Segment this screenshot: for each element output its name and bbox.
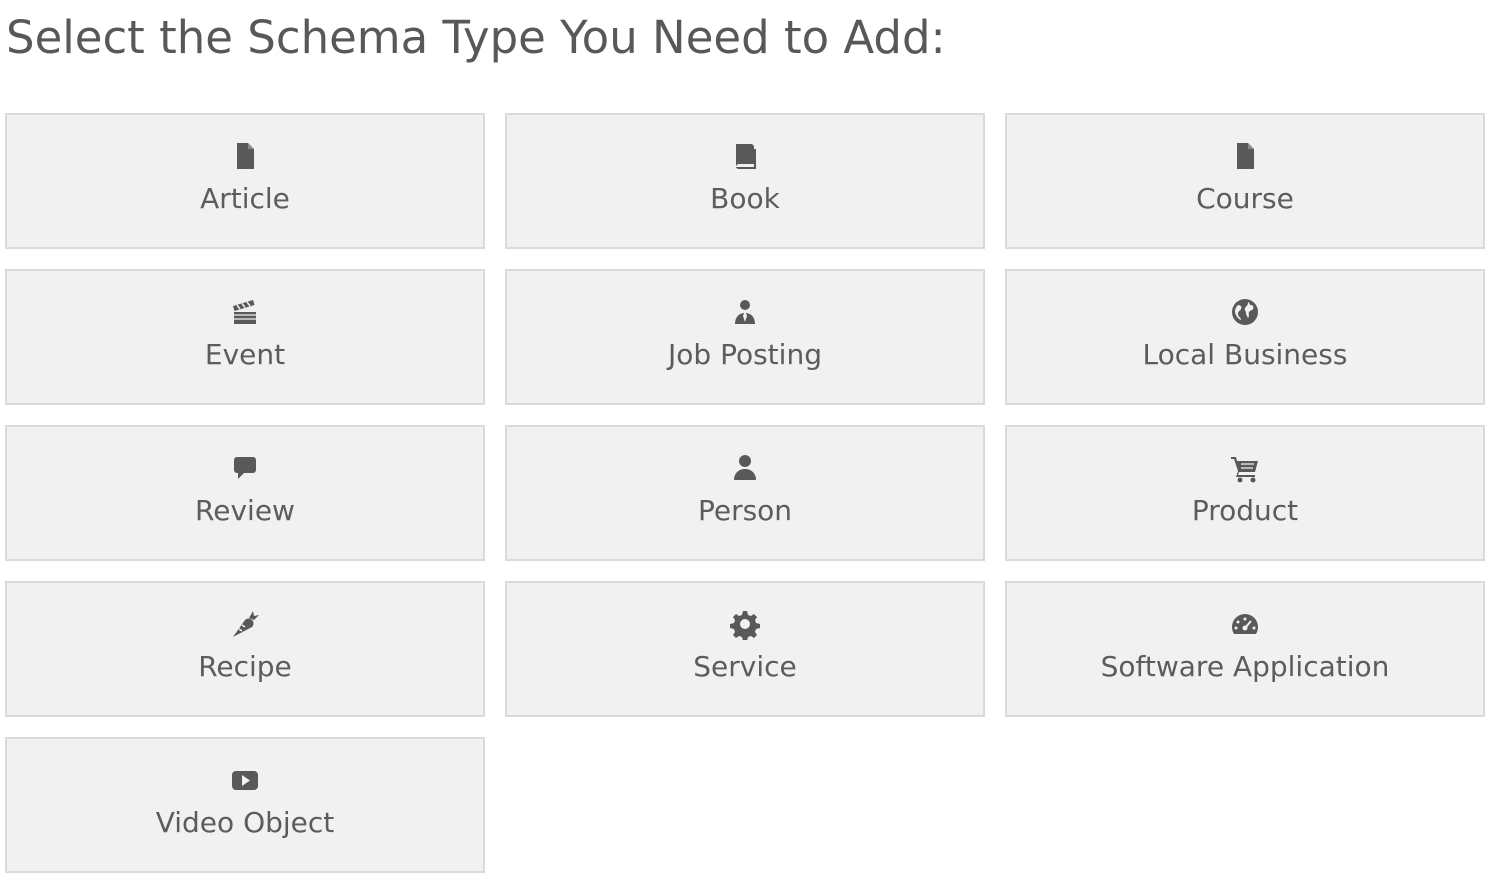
schema-type-article-button[interactable]: Article [5,113,485,249]
video-play-icon [228,763,262,797]
schema-type-recipe-button[interactable]: Recipe [5,581,485,717]
schema-type-label: Product [1191,494,1299,527]
schema-type-label: Recipe [198,650,292,683]
schema-type-product-button[interactable]: Product [1005,425,1485,561]
schema-type-software-application-button[interactable]: Software Application [1005,581,1485,717]
schema-type-review-button[interactable]: Review [5,425,485,561]
person-icon [728,451,762,485]
schema-type-event-button[interactable]: Event [5,269,485,405]
speech-bubble-icon [228,451,262,485]
clapperboard-icon [228,295,262,329]
document-icon [1228,139,1262,173]
user-tie-icon [728,295,762,329]
schema-type-service-button[interactable]: Service [505,581,985,717]
globe-icon [1228,295,1262,329]
book-icon [728,139,762,173]
schema-type-label: Local Business [1142,338,1348,371]
schema-type-local-business-button[interactable]: Local Business [1005,269,1485,405]
document-icon [228,139,262,173]
schema-type-course-button[interactable]: Course [1005,113,1485,249]
schema-type-grid: Article Book Course Event Job Posting Lo… [5,113,1485,873]
schema-type-label: Event [204,338,286,371]
dashboard-icon [1228,607,1262,641]
schema-type-person-button[interactable]: Person [505,425,985,561]
schema-type-label: Video Object [155,806,335,839]
schema-type-job-posting-button[interactable]: Job Posting [505,269,985,405]
page-title: Select the Schema Type You Need to Add: [6,11,946,64]
schema-type-label: Software Application [1100,650,1390,683]
schema-type-label: Service [693,650,797,683]
schema-type-label: Course [1196,182,1294,215]
schema-type-label: Review [195,494,295,527]
gear-icon [728,607,762,641]
cart-icon [1228,451,1262,485]
schema-type-label: Person [697,494,793,527]
carrot-icon [228,607,262,641]
schema-type-label: Article [200,182,290,215]
schema-type-label: Job Posting [668,338,822,371]
schema-type-label: Book [710,182,780,215]
schema-type-video-object-button[interactable]: Video Object [5,737,485,873]
schema-type-book-button[interactable]: Book [505,113,985,249]
